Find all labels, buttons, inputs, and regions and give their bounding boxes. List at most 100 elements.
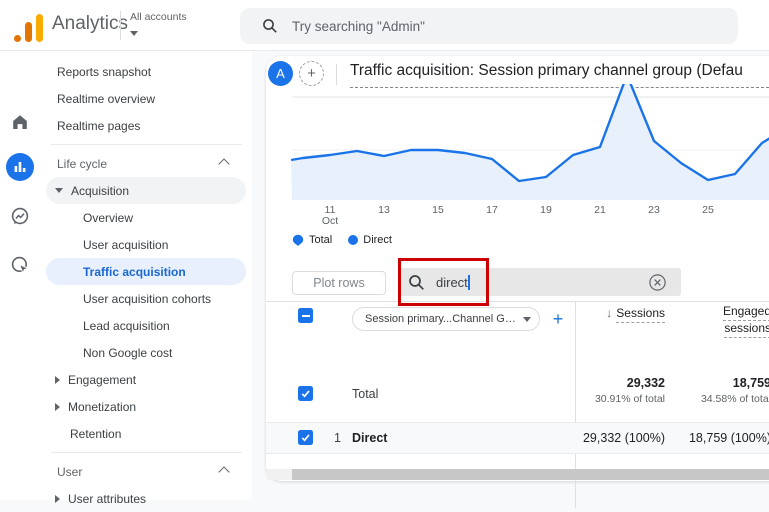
total-series-icon	[292, 234, 304, 246]
top-app-bar: Analytics All accounts	[0, 0, 769, 51]
x-axis-tick: 21	[594, 204, 606, 216]
explore-icon[interactable]	[6, 202, 34, 230]
direct-sessions-cell: 29,332 (100%)	[582, 431, 665, 445]
sidebar-item-user-attributes[interactable]: User attributes	[46, 485, 246, 512]
sidebar-item-non-google-cost[interactable]: Non Google cost	[46, 339, 246, 366]
sessions-area-fill	[291, 84, 769, 200]
sidebar-item-retention[interactable]: Retention	[46, 420, 246, 447]
advertising-icon[interactable]	[6, 251, 34, 279]
sidebar-item-label: Monetization	[68, 399, 137, 414]
analytics-logo-icon[interactable]	[14, 12, 46, 42]
row-checkbox-total[interactable]	[298, 386, 313, 401]
logo-bar	[36, 14, 43, 42]
x-axis-tick: 15	[432, 204, 444, 216]
account-switcher-label: All accounts	[130, 11, 187, 23]
expand-arrow-icon[interactable]	[55, 402, 60, 411]
direct-engaged-cell: 18,759 (100%)	[688, 431, 769, 445]
collapse-arrow-icon[interactable]	[55, 188, 63, 193]
add-comparison-button[interactable]: +	[299, 61, 324, 86]
dimension-selector-value: Session primary...Channel Group)	[365, 313, 517, 325]
column-header-label: sessions	[724, 321, 769, 338]
sessions-line-chart[interactable]: 11 13 15 17 19 21 23 25Oct	[267, 84, 769, 226]
sidebar-item-label: User attributes	[68, 491, 147, 506]
sidebar-item-label: Reports snapshot	[57, 64, 152, 79]
sidebar-item-label: Overview	[83, 210, 134, 225]
chart-legend: Total Direct	[292, 232, 408, 248]
sidebar-item-traffic-acquisition[interactable]: Traffic acquisition	[46, 258, 246, 285]
direct-series-icon	[348, 235, 359, 245]
x-axis-month-label: Oct	[322, 215, 338, 226]
sidebar-item-label: User	[57, 464, 83, 479]
sort-descending-icon: ↓	[606, 306, 613, 320]
legend-label: Total	[309, 234, 333, 246]
chevron-down-icon	[523, 316, 531, 322]
table-search-bar[interactable]	[399, 268, 681, 296]
navigation-rail	[0, 50, 41, 500]
dimension-selector-dropdown[interactable]: Session primary...Channel Group)	[352, 307, 540, 331]
sidebar-item-reports-snapshot[interactable]: Reports snapshot	[46, 58, 246, 85]
table-row-label: Total	[352, 387, 379, 401]
engaged-total-value: 18,759	[732, 376, 769, 390]
x-axis-tick: 25	[702, 204, 714, 216]
table-search-input[interactable]	[434, 273, 638, 291]
sidebar-item-label: User acquisition	[83, 237, 169, 252]
column-header-label: Engaged	[722, 304, 769, 321]
expand-arrow-icon[interactable]	[55, 494, 60, 503]
logo-bar	[25, 22, 32, 42]
sidebar-item-label: Engagement	[68, 372, 137, 387]
divider	[120, 11, 121, 40]
total-engaged-cell: 18,759 34.58% of total	[701, 376, 769, 405]
select-all-checkbox[interactable]	[298, 308, 313, 323]
horizontal-scrollbar-thumb[interactable]	[292, 469, 769, 480]
row-index: 1	[334, 431, 341, 445]
sidebar-item-label: Realtime pages	[57, 118, 141, 133]
sessions-total-value: 29,332	[626, 376, 665, 390]
sidebar-item-label: User acquisition cohorts	[83, 291, 212, 306]
sidebar-item-acquisition[interactable]: Acquisition	[46, 177, 246, 204]
sidebar-item-label: Life cycle	[57, 156, 108, 171]
column-header-engaged-sessions[interactable]: Engaged sessions	[722, 304, 769, 338]
column-header-sessions[interactable]: ↓ Sessions	[606, 306, 665, 323]
sidebar-item-monetization[interactable]: Monetization	[46, 393, 246, 420]
global-search-bar[interactable]	[240, 8, 738, 44]
sidebar-item-realtime-overview[interactable]: Realtime overview	[46, 85, 246, 112]
chevron-down-icon	[130, 31, 138, 36]
global-search-input[interactable]	[290, 17, 674, 35]
sidebar-item-label: Lead acquisition	[83, 318, 170, 333]
engaged-total-percent: 34.58% of total	[700, 393, 769, 405]
reports-icon[interactable]	[6, 153, 34, 181]
sessions-total-percent: 30.91% of total	[594, 393, 665, 405]
add-dimension-button[interactable]: +	[548, 307, 568, 331]
sidebar-item-overview[interactable]: Overview	[46, 204, 246, 231]
divider	[266, 301, 769, 302]
search-icon	[263, 19, 277, 33]
row-checkbox-direct[interactable]	[298, 430, 313, 445]
sidebar-item-life-cycle[interactable]: Life cycle	[46, 150, 246, 177]
sidebar-item-label: Acquisition	[71, 183, 130, 198]
sidebar-item-user-acquisition-cohorts[interactable]: User acquisition cohorts	[46, 285, 246, 312]
segment-avatar[interactable]: A	[268, 61, 293, 86]
sidebar-item-user[interactable]: User	[46, 458, 246, 485]
sidebar-item-lead-acquisition[interactable]: Lead acquisition	[46, 312, 246, 339]
clear-search-icon[interactable]	[649, 274, 666, 291]
plot-rows-button[interactable]: Plot rows	[292, 271, 386, 295]
home-icon[interactable]	[6, 108, 34, 136]
legend-item-direct: Direct	[348, 234, 392, 246]
sidebar-item-label: Non Google cost	[83, 345, 173, 360]
x-axis-tick: 17	[486, 204, 498, 216]
report-card: A + Traffic acquisition: Session primary…	[266, 56, 769, 508]
sidebar-item-engagement[interactable]: Engagement	[46, 366, 246, 393]
expand-arrow-icon[interactable]	[55, 375, 60, 384]
sidebar-divider	[51, 144, 242, 145]
sidebar-item-realtime-pages[interactable]: Realtime pages	[46, 112, 246, 139]
column-header-label: Sessions	[616, 306, 665, 323]
search-icon	[409, 274, 424, 290]
legend-label: Direct	[363, 234, 392, 246]
legend-item-total: Total	[292, 234, 332, 247]
sidebar-item-label: Realtime overview	[57, 91, 156, 106]
account-switcher[interactable]: All accounts	[130, 11, 210, 43]
sidebar-item-user-acquisition[interactable]: User acquisition	[46, 231, 246, 258]
chevron-up-icon[interactable]	[218, 465, 230, 478]
table-row-label: Direct	[352, 431, 388, 445]
chevron-up-icon[interactable]	[218, 157, 230, 170]
